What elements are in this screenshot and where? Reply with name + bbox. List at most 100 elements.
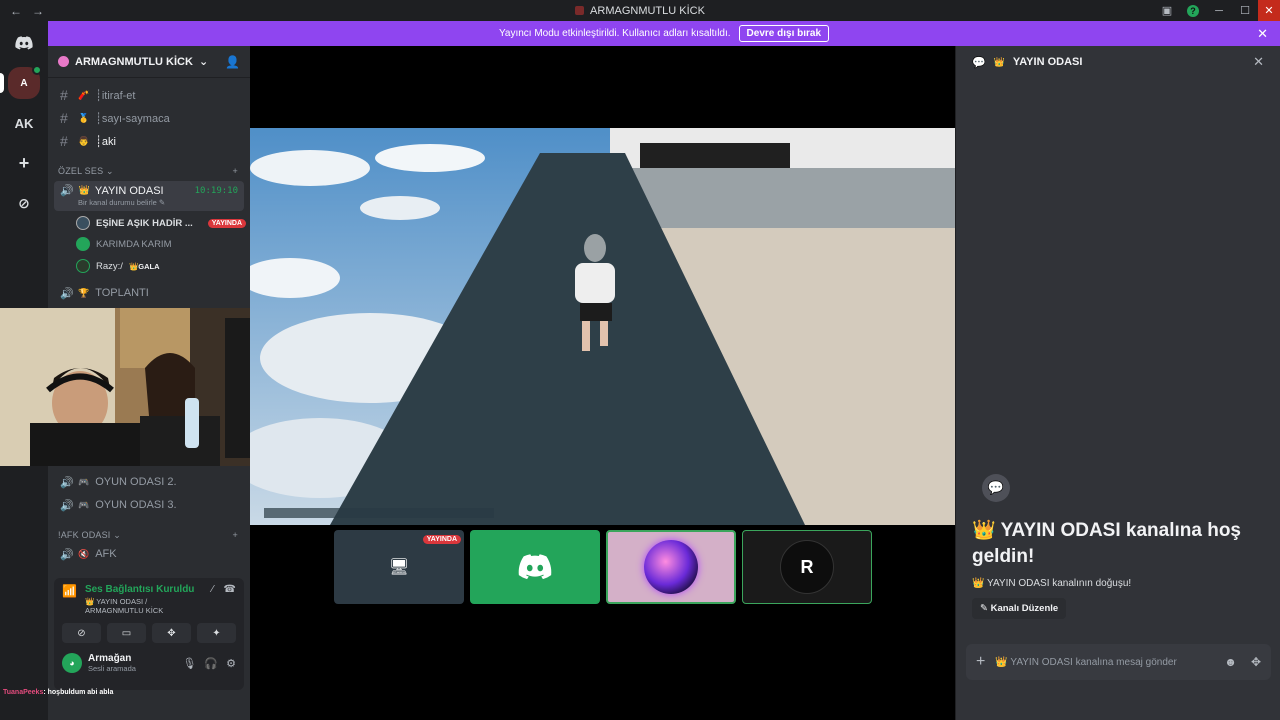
active-server-pill [0, 73, 4, 93]
server-icon-ak[interactable]: AK [8, 107, 40, 139]
voice-location[interactable]: 👑 YAYIN ODASI / ARMAGNMUTLU KİCK [85, 597, 204, 615]
channel-emoji: 🏆 [78, 287, 90, 298]
banner-close-icon[interactable]: ✕ [1257, 26, 1268, 42]
channel-label: ┊sayı-saymaca [95, 112, 170, 125]
voice-user-2[interactable]: KARIMDA KARIM [76, 234, 246, 254]
close-icon[interactable]: ✕ [1253, 54, 1264, 70]
attach-plus-icon[interactable]: + [976, 653, 985, 671]
server-header[interactable]: ARMAGNMUTLU KİCK ⌄ 👤 [48, 46, 250, 78]
headphones-icon[interactable]: 🎧 [204, 657, 218, 670]
voice-chat-panel: 💬 👑 YAYIN ODASI ✕ 💬 👑 YAYIN ODASI kanalı… [955, 46, 1280, 720]
back-arrow-icon[interactable]: ← [10, 4, 22, 18]
invite-people-icon[interactable]: 👤 [225, 55, 240, 69]
microphone-icon[interactable]: 🎙 [182, 657, 196, 670]
avatar [76, 237, 90, 251]
voice-status[interactable]: Ses Bağlantısı Kuruldu [85, 584, 204, 595]
hash-icon: # [60, 87, 68, 103]
channel-emoji: 🔇 [78, 548, 90, 559]
username: Armağan [88, 653, 132, 664]
screen-share-icon[interactable]: ▣ [1154, 0, 1180, 21]
server-mini-icon [575, 6, 585, 15]
live-badge: YAYINDA [422, 535, 461, 544]
pencil-icon[interactable]: ✎ [159, 198, 165, 207]
explore-icon[interactable]: ⊘ [8, 187, 40, 219]
category-afk-odasi[interactable]: !AFK ODASI ⌄ + [58, 530, 238, 541]
message-input[interactable]: 👑 YAYIN ODASI kanalına mesaj gönder [995, 657, 1176, 668]
activities-button[interactable]: ✥ [152, 623, 191, 643]
user-avatar [644, 540, 698, 594]
voice-channel-label: YAYIN ODASI [94, 184, 164, 197]
minimize-button[interactable]: ─ [1206, 0, 1232, 21]
edit-channel-button[interactable]: ✎ Kanalı Düzenle [972, 598, 1067, 619]
server-name: ARMAGNMUTLU KİCK [75, 55, 193, 68]
chat-nick: TuanaPeeks [3, 689, 44, 696]
voice-user-name: KARIMDA KARIM [96, 238, 172, 250]
chat-message: : hoşbuldum abi abla [43, 689, 114, 696]
category-ozel-ses[interactable]: ÖZEL SES ⌄ + [58, 166, 238, 177]
streamer-mode-banner: Yayıncı Modu etkinleştirildi. Kullanıcı … [48, 21, 1280, 46]
signal-icon[interactable]: 📶 [62, 584, 77, 598]
voice-indicator-icon [32, 65, 42, 75]
category-label: !AFK ODASI [58, 530, 111, 540]
channel-emoji: 👑 [993, 56, 1005, 67]
voice-user-1[interactable]: EŞİNE AŞIK HADİR ... YAYINDA [76, 213, 246, 233]
window-title: ARMAGNMUTLU KİCK [0, 5, 1280, 17]
noise-suppression-icon[interactable]: ⁄ [212, 584, 214, 595]
server-icon-armagnmutlu[interactable]: A [0, 65, 42, 99]
voice-channel-yayin-odasi[interactable]: 🔊 👑 YAYIN ODASI 10:19:10 Bir kanal durum… [54, 181, 244, 211]
user-avatar: R [780, 540, 834, 594]
channel-label: TOPLANTI [95, 287, 149, 299]
webcam-image [0, 308, 279, 466]
channel-emoji: 👨 [78, 135, 90, 146]
voice-channel-afk[interactable]: 🔊 🔇 AFK [54, 543, 244, 565]
speaker-icon: 🔊 [60, 287, 74, 300]
discord-home-icon[interactable] [8, 27, 40, 59]
voice-user-name: Razy:/ [96, 260, 123, 272]
screen-share-button[interactable]: ▭ [107, 623, 146, 643]
voice-connection-panel: 📶 Ses Bağlantısı Kuruldu 👑 YAYIN ODASI /… [54, 578, 244, 690]
call-timer: 10:19:10 [194, 185, 238, 196]
channel-itiraf-et[interactable]: # 🧨 ┊itiraf-et [54, 84, 244, 106]
apps-icon[interactable]: ✥ [1251, 655, 1261, 669]
thumbnail-user-logo[interactable]: R [742, 530, 872, 604]
title-bar: ← → ARMAGNMUTLU KİCK ▣ ? ─ ☐ ✕ [0, 0, 1280, 21]
voice-channel-oyun-odasi-3[interactable]: 🔊 🎮 OYUN ODASI 3. [54, 494, 244, 516]
settings-gear-icon[interactable]: ⚙ [226, 657, 236, 670]
soundboard-button[interactable]: ✦ [197, 623, 236, 643]
stream-video[interactable] [250, 128, 955, 525]
server-avatar-icon: A [20, 77, 28, 89]
create-channel-icon[interactable]: + [233, 530, 238, 541]
disable-streamer-mode-button[interactable]: Devre dışı bırak [738, 25, 830, 42]
speaker-icon: 🔊 [60, 476, 74, 489]
game-screen-image [250, 128, 955, 525]
close-window-button[interactable]: ✕ [1258, 0, 1280, 21]
disconnect-icon[interactable]: ☎ [224, 584, 236, 595]
thumbnail-stream[interactable]: 🖥 YAYINDA [334, 530, 464, 604]
webcam-overlay [0, 308, 279, 466]
maximize-button[interactable]: ☐ [1232, 0, 1258, 21]
voice-channel-oyun-odasi-2[interactable]: 🔊 🎮 OYUN ODASI 2. [54, 471, 244, 493]
add-server-icon[interactable]: + [8, 147, 40, 179]
voice-user-name: EŞİNE AŞIK HADİR ... [96, 217, 193, 229]
channel-status-text[interactable]: Bir kanal durumu belirle [78, 198, 157, 207]
avatar [76, 216, 90, 230]
channel-emoji: 🎮 [78, 476, 90, 487]
thumbnail-user-orb[interactable] [606, 530, 736, 604]
voice-channel-toplanti[interactable]: 🔊 🏆 TOPLANTI [54, 282, 244, 304]
speaker-icon: 🔊 [60, 499, 74, 512]
emoji-icon[interactable]: ☻ [1224, 655, 1237, 669]
forward-arrow-icon[interactable]: → [32, 4, 44, 18]
live-badge: YAYINDA [207, 218, 246, 228]
message-composer[interactable]: + 👑 YAYIN ODASI kanalına mesaj gönder ☻ … [966, 644, 1271, 680]
channel-aki[interactable]: # 👨 ┊aki [54, 130, 244, 152]
help-icon: ? [1187, 4, 1199, 17]
speaker-icon: 🔊 [60, 185, 74, 197]
user-avatar[interactable]: ◕ [62, 653, 82, 673]
camera-off-button[interactable]: ⊘ [62, 623, 101, 643]
thumbnail-discord-user[interactable] [470, 530, 600, 604]
channel-sayi-saymaca[interactable]: # 🥇 ┊sayı-saymaca [54, 107, 244, 129]
create-channel-icon[interactable]: + [233, 166, 238, 177]
help-button[interactable]: ? [1180, 0, 1206, 21]
voice-user-3[interactable]: Razy:/ 👑GALA [76, 256, 246, 276]
user-badge: 👑GALA [128, 261, 160, 271]
